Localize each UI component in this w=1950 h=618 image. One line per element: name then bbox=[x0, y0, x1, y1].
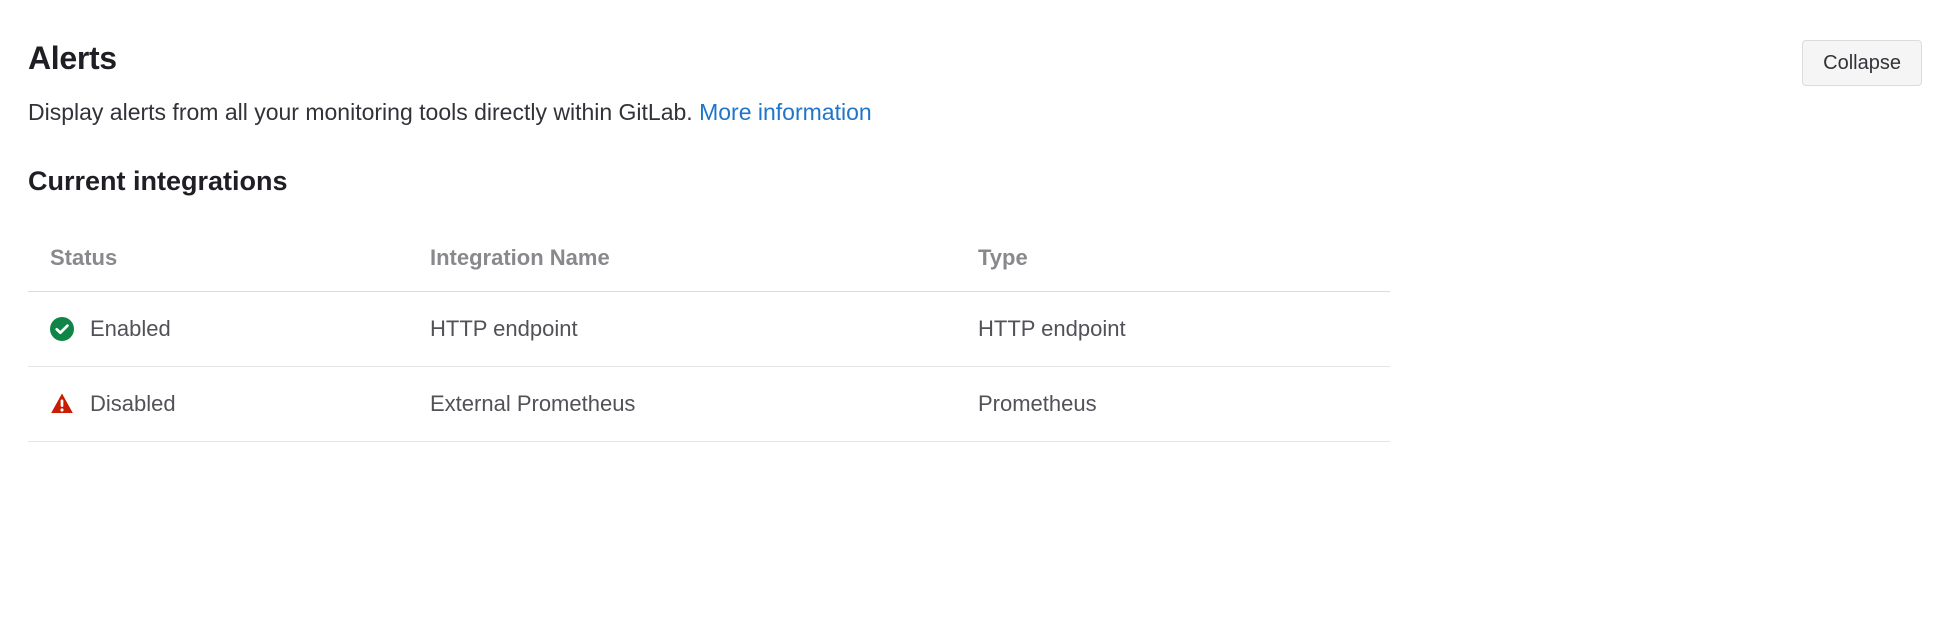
integration-name: HTTP endpoint bbox=[430, 316, 978, 342]
collapse-button[interactable]: Collapse bbox=[1802, 40, 1922, 86]
table-header: Status Integration Name Type bbox=[28, 225, 1390, 292]
status-label: Disabled bbox=[90, 391, 176, 417]
integration-type: HTTP endpoint bbox=[978, 316, 1368, 342]
check-circle-icon bbox=[50, 317, 74, 341]
section-heading: Current integrations bbox=[28, 166, 1922, 197]
integrations-table: Status Integration Name Type Enabled HTT… bbox=[28, 225, 1390, 442]
column-header-status: Status bbox=[50, 245, 430, 271]
column-header-type: Type bbox=[978, 245, 1368, 271]
warning-triangle-icon bbox=[50, 392, 74, 416]
description-text: Display alerts from all your monitoring … bbox=[28, 99, 699, 125]
table-row[interactable]: Disabled External Prometheus Prometheus bbox=[28, 367, 1390, 442]
page-description: Display alerts from all your monitoring … bbox=[28, 99, 1922, 126]
table-row[interactable]: Enabled HTTP endpoint HTTP endpoint bbox=[28, 292, 1390, 367]
page-title: Alerts bbox=[28, 40, 117, 77]
column-header-name: Integration Name bbox=[430, 245, 978, 271]
more-information-link[interactable]: More information bbox=[699, 99, 872, 125]
integration-name: External Prometheus bbox=[430, 391, 978, 417]
integration-type: Prometheus bbox=[978, 391, 1368, 417]
status-label: Enabled bbox=[90, 316, 171, 342]
